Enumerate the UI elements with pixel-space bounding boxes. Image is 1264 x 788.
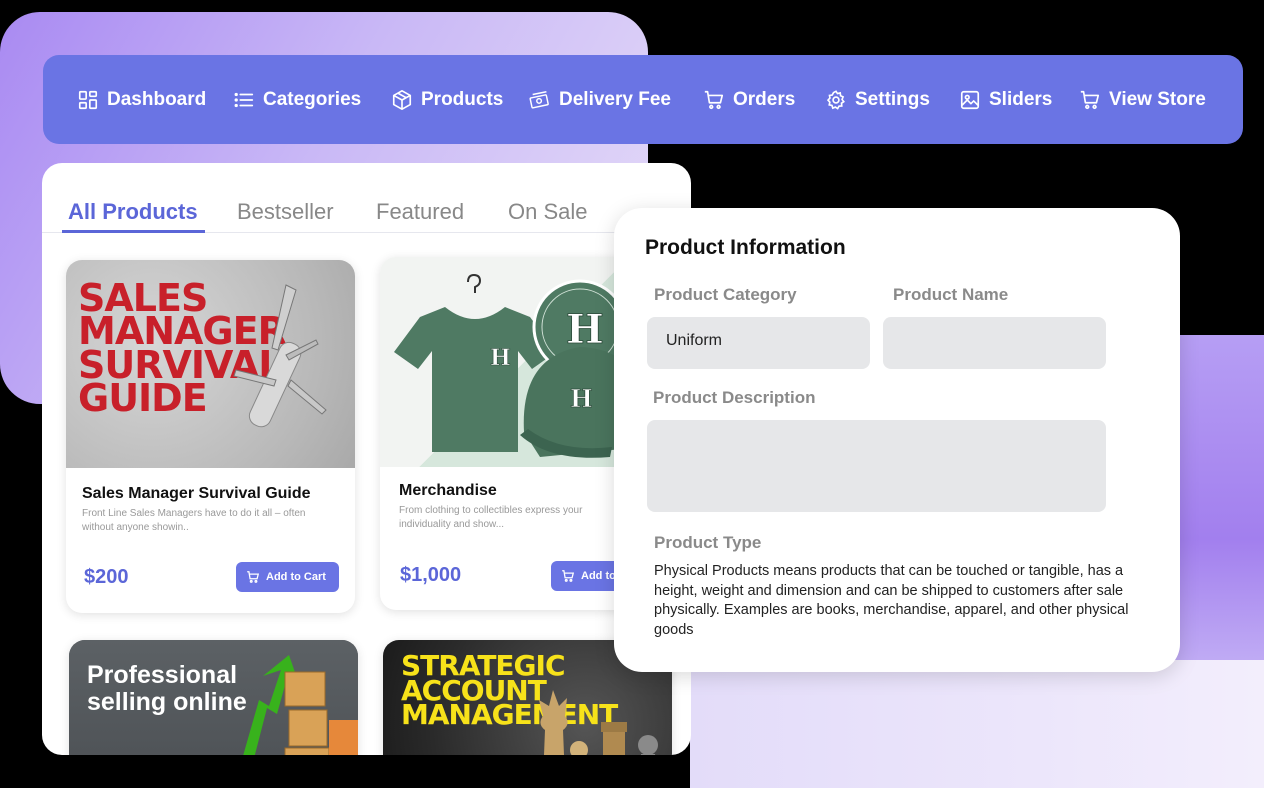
logo-letter: H [490, 345, 511, 371]
product-title: Merchandise [399, 482, 497, 499]
product-price: $200 [84, 566, 129, 588]
product-category-field[interactable]: Uniform [647, 317, 870, 369]
product-card[interactable]: Professional selling online [69, 640, 358, 755]
nav-view-store[interactable]: View Store [1079, 80, 1206, 120]
product-type-description: Physical Products means products that ca… [654, 563, 1129, 638]
growth-boxes-illustration [243, 655, 358, 755]
tab-on-sale[interactable]: On Sale [508, 199, 588, 225]
swiss-knife-icon [233, 284, 327, 428]
tab-featured[interactable]: Featured [376, 199, 464, 225]
nav-categories[interactable]: Categories [233, 80, 391, 120]
product-description-label: Product Description [653, 388, 816, 407]
nav-orders[interactable]: Orders [703, 80, 825, 120]
product-information-form: Product Information Product Category Uni… [614, 208, 1180, 672]
product-description-field[interactable] [647, 420, 1106, 512]
products-panel: All Products Bestseller Featured On Sale… [42, 163, 691, 755]
nav-label: Orders [733, 88, 796, 110]
dashboard-icon [78, 90, 98, 109]
product-image: Professional selling online [69, 640, 358, 755]
cart-icon [562, 570, 575, 582]
nav-label: Settings [855, 88, 930, 110]
active-tab-indicator [62, 230, 205, 233]
logo-letter: H [566, 306, 604, 353]
cart-icon [247, 571, 260, 583]
add-to-cart-label: Add to Cart [266, 571, 326, 583]
nav-delivery-fee[interactable]: Delivery Fee [529, 80, 703, 120]
product-card[interactable]: SALES MANAGER SURVIVAL GUIDE Sales Manag… [66, 260, 355, 613]
nav-label: View Store [1109, 88, 1206, 110]
nav-label: Delivery Fee [559, 88, 671, 110]
product-name-label: Product Name [893, 285, 1009, 304]
nav-products[interactable]: Products [391, 80, 529, 120]
chess-pieces-illustration [539, 690, 658, 755]
box-icon [392, 89, 412, 110]
add-to-cart-button[interactable]: Add to Cart [236, 562, 339, 592]
admin-navbar: Dashboard Categories Products Delivery F… [43, 55, 1243, 144]
cash-icon [529, 90, 549, 109]
nav-label: Products [421, 88, 504, 110]
product-category-label: Product Category [654, 285, 797, 304]
nav-label: Dashboard [107, 88, 207, 110]
image-icon [960, 90, 980, 109]
logo-letter: H [570, 384, 593, 413]
tab-bestseller[interactable]: Bestseller [237, 199, 334, 225]
cart-icon [1080, 90, 1100, 109]
gear-icon [826, 89, 845, 110]
nav-settings[interactable]: Settings [825, 80, 959, 120]
product-name-field[interactable] [883, 317, 1106, 369]
nav-dashboard[interactable]: Dashboard [77, 80, 233, 120]
nav-sliders[interactable]: Sliders [959, 80, 1079, 120]
nav-label: Sliders [989, 88, 1053, 110]
product-category-value: Uniform [666, 332, 723, 349]
product-tabs: All Products Bestseller Featured On Sale [42, 193, 691, 233]
product-description: Front Line Sales Managers have to do it … [82, 508, 306, 533]
product-price: $1,000 [400, 564, 462, 586]
nav-label: Categories [263, 88, 362, 110]
tab-all-products[interactable]: All Products [68, 199, 198, 225]
background-blob [690, 660, 1264, 788]
cart-icon [704, 90, 724, 109]
product-title: Sales Manager Survival Guide [82, 485, 311, 502]
product-type-label: Product Type [654, 533, 762, 552]
product-description: From clothing to collectibles express yo… [399, 505, 583, 530]
product-image: SALES MANAGER SURVIVAL GUIDE [66, 260, 355, 468]
list-icon [234, 92, 254, 107]
form-heading: Product Information [645, 236, 846, 259]
